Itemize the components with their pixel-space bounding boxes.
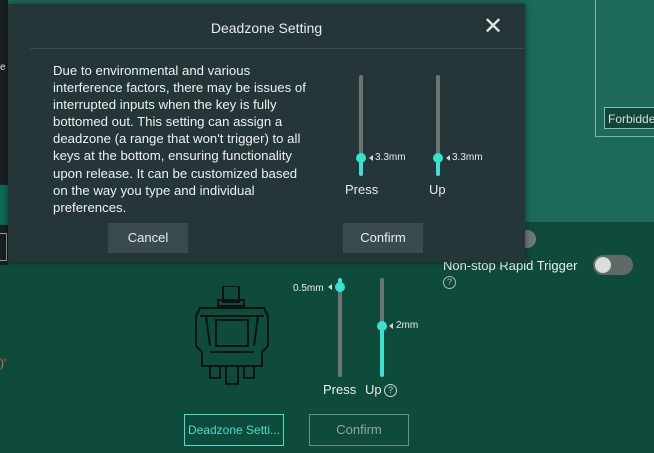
up-slider-handle[interactable] xyxy=(377,321,387,331)
toggle-knob xyxy=(595,257,611,273)
dialog-up-caret-icon xyxy=(446,155,450,161)
deadzone-setting-dialog: Deadzone Setting ✕ Due to environmental … xyxy=(8,4,525,262)
deadzone-setting-button[interactable]: Deadzone Setti... xyxy=(184,414,284,446)
left-edge-strip xyxy=(0,0,8,265)
dialog-description: Due to environmental and various interfe… xyxy=(53,63,306,215)
cancel-button[interactable]: Cancel xyxy=(108,223,188,253)
confirm-button[interactable]: Confirm xyxy=(309,414,409,446)
dialog-press-label: Press xyxy=(345,182,379,197)
press-slider-value: 0.5mm xyxy=(293,283,324,294)
dialog-press-slider-handle[interactable] xyxy=(356,153,366,163)
up-label: Up xyxy=(365,382,382,397)
up-caret-icon xyxy=(389,323,393,329)
dialog-press-caret-icon xyxy=(369,155,373,161)
up-slider-value: 2mm xyxy=(396,320,419,331)
left-edge-teal xyxy=(0,185,8,225)
forbidden-input[interactable]: Forbidden xyxy=(604,107,654,129)
rapid-trigger-toggle[interactable] xyxy=(593,255,633,275)
left-edge-glyph: e xyxy=(0,62,6,73)
dialog-up-slider-handle[interactable] xyxy=(433,153,443,163)
up-help-icon[interactable]: ? xyxy=(384,384,397,397)
press-slider-handle[interactable] xyxy=(335,282,345,292)
close-icon[interactable]: ✕ xyxy=(482,15,504,39)
left-edge-box xyxy=(0,233,7,261)
dialog-title: Deadzone Setting xyxy=(210,20,323,36)
press-slider-track[interactable] xyxy=(338,278,342,377)
dialog-up-slider-value: 3.3mm xyxy=(452,152,483,163)
dialog-divider xyxy=(30,48,524,49)
dialog-press-slider-value: 3.3mm xyxy=(375,152,406,163)
press-label: Press xyxy=(323,382,357,397)
warning-text-fragment: )' xyxy=(0,356,7,370)
key-switch-icon xyxy=(195,286,269,385)
rapid-trigger-help-icon[interactable]: ? xyxy=(443,276,456,289)
press-caret-icon xyxy=(328,284,332,290)
up-slider-fill xyxy=(380,325,384,377)
dialog-confirm-button[interactable]: Confirm xyxy=(343,223,423,253)
dialog-up-label: Up xyxy=(429,182,446,197)
